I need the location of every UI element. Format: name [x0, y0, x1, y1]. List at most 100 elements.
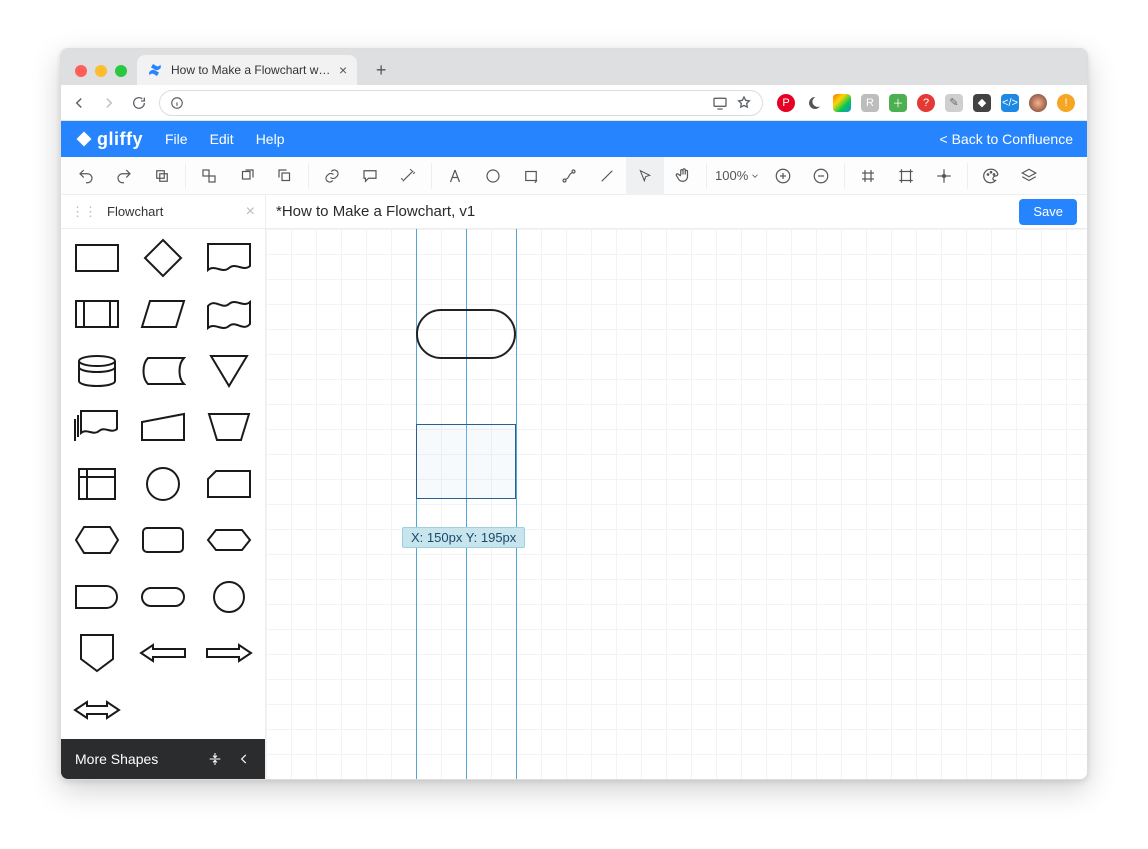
shape-off-page-connector[interactable] — [73, 634, 121, 672]
layers-button[interactable] — [143, 157, 181, 195]
more-shapes-bar[interactable]: More Shapes — [61, 739, 265, 779]
url-input[interactable] — [159, 90, 763, 116]
chevron-down-icon — [750, 171, 760, 181]
extension-icon-4[interactable]: ✎ — [945, 94, 963, 112]
collapse-vertical-icon[interactable] — [207, 751, 223, 767]
bring-front-button[interactable] — [228, 157, 266, 195]
canvas[interactable]: X: 150px Y: 195px — [266, 229, 1087, 779]
shape-connector[interactable] — [139, 465, 187, 503]
shape-paper-tape[interactable] — [205, 295, 253, 333]
shape-data[interactable] — [139, 295, 187, 333]
comment-button[interactable] — [351, 157, 389, 195]
extensions-row: P R ＋ ? ✎ ◆ </> ! — [773, 94, 1079, 112]
reload-button[interactable] — [129, 93, 149, 113]
menu-help[interactable]: Help — [256, 131, 285, 147]
snap-grid-button[interactable] — [887, 157, 925, 195]
window-close-icon[interactable] — [75, 65, 87, 77]
undo-button[interactable] — [67, 157, 105, 195]
zoom-label: 100% — [715, 168, 748, 183]
extension-icon-2[interactable]: ＋ — [889, 94, 907, 112]
shape-arrow-right[interactable] — [205, 634, 253, 672]
magic-wand-button[interactable] — [389, 157, 427, 195]
shape-display[interactable] — [205, 521, 253, 559]
ellipse-tool-button[interactable] — [474, 157, 512, 195]
text-tool-button[interactable] — [436, 157, 474, 195]
forward-button[interactable] — [99, 93, 119, 113]
document-title-bar: *How to Make a Flowchart, v1 Save — [266, 195, 1087, 229]
window-zoom-icon[interactable] — [115, 65, 127, 77]
shape-manual-operation[interactable] — [205, 408, 253, 446]
zoom-in-button[interactable] — [764, 157, 802, 195]
back-to-confluence-link[interactable]: < Back to Confluence — [940, 131, 1073, 147]
shape-arrow-double[interactable] — [73, 691, 121, 729]
zoom-out-button[interactable] — [802, 157, 840, 195]
gliffy-logo[interactable]: gliffy — [75, 129, 143, 150]
layers-panel-button[interactable] — [1010, 157, 1048, 195]
avatar-icon[interactable] — [1029, 94, 1047, 112]
rectangle-tool-button[interactable] — [512, 157, 550, 195]
toolbar: 100% — [61, 157, 1087, 195]
extension-icon-6[interactable]: </> — [1001, 94, 1019, 112]
save-button[interactable]: Save — [1019, 199, 1077, 225]
line-tool-button[interactable] — [588, 157, 626, 195]
back-button[interactable] — [69, 93, 89, 113]
shape-delay[interactable] — [73, 578, 121, 616]
shape-terminator[interactable] — [139, 578, 187, 616]
panel-close-icon[interactable]: × — [246, 203, 255, 221]
tab-close-icon[interactable]: × — [339, 63, 347, 77]
color-picker-icon[interactable] — [833, 94, 851, 112]
gliffy-logo-icon — [75, 130, 93, 148]
canvas-shape-process[interactable] — [416, 424, 516, 499]
shape-document[interactable] — [205, 239, 253, 277]
window-controls — [67, 65, 137, 85]
shape-database[interactable] — [73, 352, 121, 390]
pan-tool-button[interactable] — [664, 157, 702, 195]
extension-icon-3[interactable]: ? — [917, 94, 935, 112]
site-info-icon[interactable] — [170, 96, 184, 110]
window-minimize-icon[interactable] — [95, 65, 107, 77]
shape-decision[interactable] — [139, 239, 187, 277]
snap-guides-button[interactable] — [925, 157, 963, 195]
bookmark-star-icon[interactable] — [736, 95, 752, 111]
alert-icon[interactable]: ! — [1057, 94, 1075, 112]
shape-internal-storage[interactable] — [73, 465, 121, 503]
shape-card[interactable] — [205, 465, 253, 503]
send-back-button[interactable] — [266, 157, 304, 195]
link-button[interactable] — [313, 157, 351, 195]
document-title[interactable]: *How to Make a Flowchart, v1 — [276, 203, 475, 220]
shape-process[interactable] — [73, 239, 121, 277]
more-shapes-label: More Shapes — [75, 751, 158, 767]
pinterest-icon[interactable]: P — [777, 94, 795, 112]
shape-predefined-process[interactable] — [73, 295, 121, 333]
shape-or[interactable] — [205, 578, 253, 616]
theme-button[interactable] — [972, 157, 1010, 195]
menu-edit[interactable]: Edit — [210, 131, 234, 147]
extension-icon-1[interactable]: R — [861, 94, 879, 112]
confluence-icon — [147, 62, 163, 78]
guide-vertical — [416, 229, 417, 779]
menu-file[interactable]: File — [165, 131, 188, 147]
canvas-shape-terminator[interactable] — [416, 309, 516, 359]
shape-stored-data[interactable] — [139, 352, 187, 390]
desktop-icon[interactable] — [712, 96, 728, 110]
shape-manual-input[interactable] — [139, 408, 187, 446]
app-header: gliffy File Edit Help < Back to Confluen… — [61, 121, 1087, 157]
redo-button[interactable] — [105, 157, 143, 195]
grid-toggle-button[interactable] — [849, 157, 887, 195]
tab-title: How to Make a Flowchart with — [171, 63, 331, 77]
shape-multi-document[interactable] — [73, 408, 121, 446]
connector-tool-button[interactable] — [550, 157, 588, 195]
shape-merge[interactable] — [205, 352, 253, 390]
extension-icon-5[interactable]: ◆ — [973, 94, 991, 112]
dark-mode-icon[interactable] — [805, 94, 823, 112]
pointer-tool-button[interactable] — [626, 157, 664, 195]
browser-tab[interactable]: How to Make a Flowchart with × — [137, 55, 357, 85]
chevron-left-icon[interactable] — [237, 752, 251, 766]
shape-preparation[interactable] — [73, 521, 121, 559]
new-tab-button[interactable]: + — [367, 56, 395, 84]
zoom-level[interactable]: 100% — [711, 168, 764, 183]
shape-alternate-process[interactable] — [139, 521, 187, 559]
drag-grip-icon[interactable]: ⋮⋮ — [71, 204, 97, 220]
group-button[interactable] — [190, 157, 228, 195]
shape-arrow-left[interactable] — [139, 634, 187, 672]
